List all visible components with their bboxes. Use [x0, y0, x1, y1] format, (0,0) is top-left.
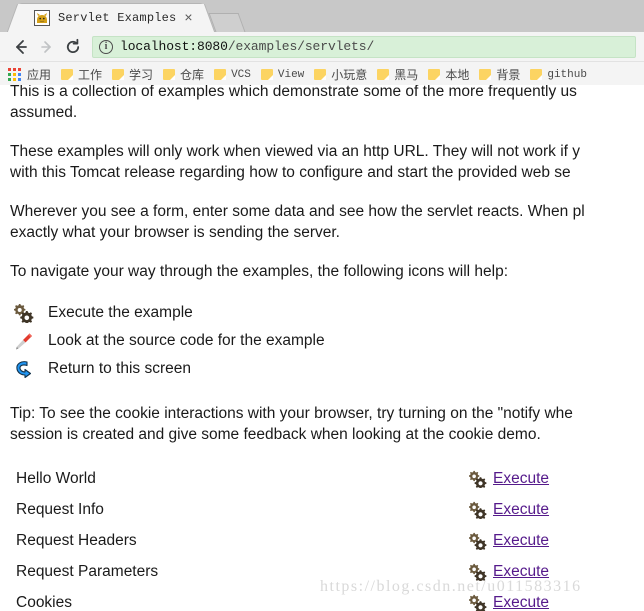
folder-icon [479, 69, 491, 80]
legend-label: Return to this screen [48, 360, 191, 378]
page-content: This is a collection of examples which d… [0, 85, 644, 611]
bookmark-item-7[interactable]: 本地 [424, 64, 475, 85]
bookmark-item-5[interactable]: 小玩意 [310, 64, 373, 85]
bookmark-label: github [547, 69, 587, 81]
bookmark-item-4[interactable]: View [257, 67, 310, 83]
browser-toolbar: i localhost:8080/examples/servlets/ [0, 32, 644, 62]
gears-icon [466, 563, 490, 581]
back-icon[interactable] [8, 34, 34, 60]
bookmark-label: 小玩意 [331, 66, 367, 83]
table-row: Cookies Execute [10, 587, 644, 611]
execute-link[interactable]: Execute [493, 532, 549, 550]
gears-icon [466, 594, 490, 611]
paragraph-forms: Wherever you see a form, enter some data… [10, 201, 644, 243]
table-row: Request Headers Execute [10, 525, 644, 556]
tab-servlet-examples[interactable]: Servlet Examples × [20, 4, 202, 32]
bookmark-label: 背景 [496, 66, 520, 83]
bookmark-item-1[interactable]: 学习 [108, 64, 159, 85]
url-text: localhost:8080/examples/servlets/ [120, 39, 374, 54]
bookmark-item-8[interactable]: 背景 [475, 64, 526, 85]
gears-icon [466, 532, 490, 550]
folder-icon [61, 69, 73, 80]
forward-icon[interactable] [34, 34, 60, 60]
bookmark-label: 本地 [445, 66, 469, 83]
legend-row-execute: Execute the example [10, 300, 644, 325]
bookmark-item-3[interactable]: VCS [210, 67, 257, 83]
apps-grid-icon [8, 68, 21, 81]
legend-row-source: Look at the source code for the example [10, 328, 644, 353]
reload-icon[interactable] [60, 34, 86, 60]
folder-icon [428, 69, 440, 80]
example-action: Execute [466, 470, 549, 488]
example-action: Execute [466, 563, 549, 581]
execute-link[interactable]: Execute [493, 563, 549, 581]
gears-icon [10, 303, 38, 323]
url-host: localhost:8080 [120, 39, 228, 54]
folder-icon [261, 69, 273, 80]
folder-icon [314, 69, 326, 80]
bookmark-item-6[interactable]: 黑马 [373, 64, 424, 85]
close-icon[interactable]: × [180, 10, 196, 26]
tab-title: Servlet Examples [58, 11, 176, 25]
paragraph-navigate: To navigate your way through the example… [10, 261, 644, 282]
bookmark-label: 工作 [78, 66, 102, 83]
address-bar[interactable]: i localhost:8080/examples/servlets/ [92, 36, 636, 58]
bookmark-label: View [278, 69, 304, 81]
execute-link[interactable]: Execute [493, 501, 549, 519]
example-name: Request Parameters [10, 563, 466, 581]
execute-link[interactable]: Execute [493, 594, 549, 611]
table-row: Request Parameters Execute [10, 556, 644, 587]
site-info-icon[interactable]: i [99, 40, 113, 54]
example-action: Execute [466, 594, 549, 611]
example-action: Execute [466, 501, 549, 519]
screwdriver-icon [10, 331, 38, 351]
tomcat-cat-icon [34, 10, 50, 26]
bookmark-label: VCS [231, 69, 251, 81]
bookmark-label: 应用 [27, 66, 51, 83]
folder-icon [214, 69, 226, 80]
icon-legend: Execute the example Look at the source c… [10, 300, 644, 381]
folder-icon [530, 69, 542, 80]
legend-row-return: Return to this screen [10, 356, 644, 381]
paragraph-intro: This is a collection of examples which d… [10, 85, 644, 123]
gears-icon [466, 470, 490, 488]
example-name: Request Headers [10, 532, 466, 550]
example-name: Request Info [10, 501, 466, 519]
bookmark-apps[interactable]: 应用 [4, 64, 57, 85]
example-action: Execute [466, 532, 549, 550]
folder-icon [163, 69, 175, 80]
paragraph-http-note: These examples will only work when viewe… [10, 141, 644, 183]
new-tab-button[interactable] [209, 13, 246, 32]
gears-icon [466, 501, 490, 519]
bookmark-label: 学习 [129, 66, 153, 83]
paragraph-tip: Tip: To see the cookie interactions with… [10, 403, 644, 445]
bookmark-label: 黑马 [394, 66, 418, 83]
bookmark-item-2[interactable]: 仓库 [159, 64, 210, 85]
bookmark-label: 仓库 [180, 66, 204, 83]
page-viewport: This is a collection of examples which d… [0, 85, 644, 611]
table-row: Hello World Execute [10, 463, 644, 494]
return-arrow-icon [10, 359, 38, 379]
example-name: Hello World [10, 470, 466, 488]
execute-link[interactable]: Execute [493, 470, 549, 488]
browser-window: Servlet Examples × i l [0, 0, 644, 611]
tab-strip: Servlet Examples × [0, 0, 644, 32]
table-row: Request Info Execute [10, 494, 644, 525]
folder-icon [377, 69, 389, 80]
legend-label: Look at the source code for the example [48, 332, 325, 350]
example-name: Cookies [10, 594, 466, 611]
legend-label: Execute the example [48, 304, 193, 322]
url-path: /examples/servlets/ [228, 39, 374, 54]
bookmark-item-9[interactable]: github [526, 67, 593, 83]
folder-icon [112, 69, 124, 80]
bookmark-item-0[interactable]: 工作 [57, 64, 108, 85]
examples-list: Hello World Execute [10, 463, 644, 611]
